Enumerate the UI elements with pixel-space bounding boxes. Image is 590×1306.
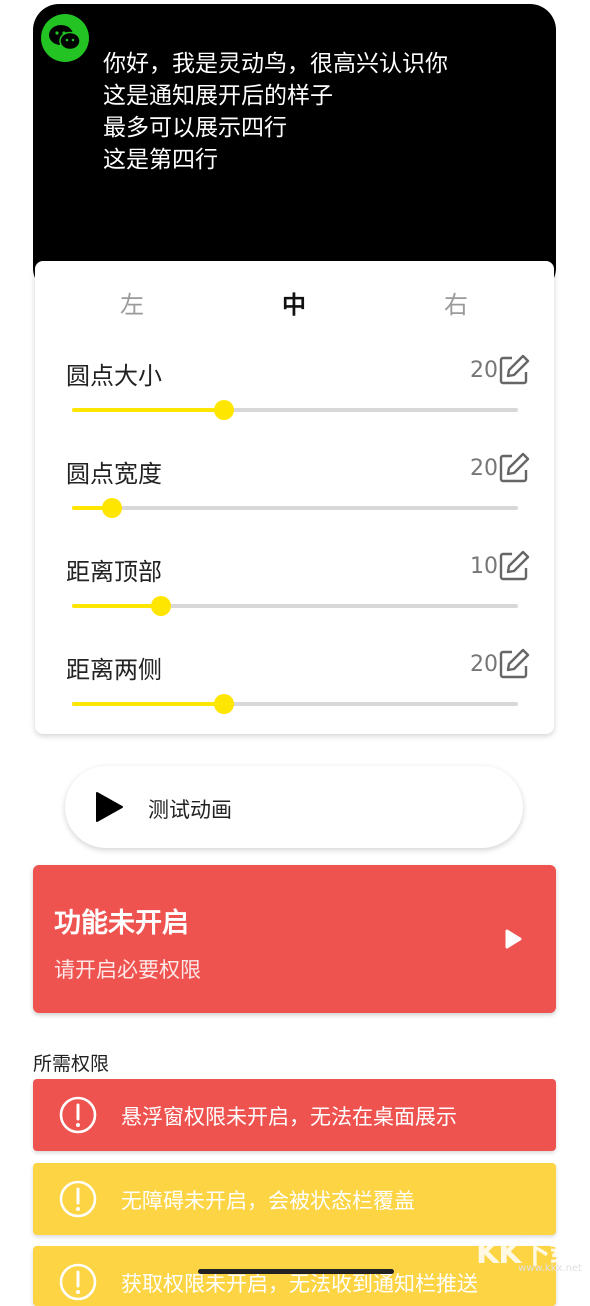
permission-item-accessibility[interactable]: 无障碍未开启，会被状态栏覆盖 [33,1163,556,1235]
slider-thumb[interactable] [213,400,234,420]
slider-thumb[interactable] [151,596,172,616]
slider-fill [72,702,224,706]
dot-size-slider[interactable] [72,400,518,420]
edit-icon[interactable] [498,550,530,582]
play-arrow-icon [505,929,522,949]
test-animation-button[interactable]: 测试动画 [65,766,523,848]
dot-width-slider[interactable] [72,498,518,518]
slider-fill [72,408,224,412]
warning-icon [59,1180,97,1218]
permission-text: 悬浮窗权限未开启，无法在桌面展示 [121,1105,457,1129]
setting-label: 圆点宽度 [66,460,162,488]
setting-top-distance: 距离顶部 10 [35,550,554,632]
slider-thumb[interactable] [213,694,234,714]
warning-icon [59,1096,97,1134]
tab-right[interactable]: 右 [426,285,486,320]
setting-label: 距离两侧 [66,656,162,684]
side-distance-slider[interactable] [72,694,518,714]
permissions-heading: 所需权限 [33,1053,110,1075]
top-distance-slider[interactable] [72,596,518,616]
setting-label: 距离顶部 [66,558,162,586]
settings-card: 左 中 右 圆点大小 20 圆点宽度 20 距离顶部 10 距离两侧 20 [35,261,554,734]
notification-line: 你好，我是灵动鸟，很高兴认识你 [103,51,448,77]
tab-middle[interactable]: 中 [264,285,324,320]
setting-dot-width: 圆点宽度 20 [35,452,554,534]
function-status-card[interactable]: 功能未开启 请开启必要权限 [33,865,556,1013]
wechat-icon [41,14,89,62]
home-indicator[interactable] [198,1269,394,1274]
setting-value: 20 [470,456,498,481]
notification-line: 这是第四行 [103,147,218,173]
tab-left[interactable]: 左 [102,285,162,320]
status-subtitle: 请开启必要权限 [54,958,201,982]
position-tabs: 左 中 右 [35,285,554,319]
notification-line: 最多可以展示四行 [103,115,287,141]
edit-icon[interactable] [498,354,530,386]
setting-value: 20 [470,652,498,677]
setting-label: 圆点大小 [66,362,162,390]
warning-icon [59,1263,97,1301]
permission-item-overlay[interactable]: 悬浮窗权限未开启，无法在桌面展示 [33,1079,556,1151]
notification-preview: 你好，我是灵动鸟，很高兴认识你 这是通知展开后的样子 最多可以展示四行 这是第四… [33,4,556,294]
notification-text: 你好，我是灵动鸟，很高兴认识你 这是通知展开后的样子 最多可以展示四行 这是第四… [103,48,448,176]
notification-line: 这是通知展开后的样子 [103,83,333,109]
setting-dot-size: 圆点大小 20 [35,354,554,436]
setting-value: 20 [470,358,498,383]
slider-thumb[interactable] [102,498,123,518]
setting-side-distance: 距离两侧 20 [35,648,554,730]
watermark-url: www.kkx.net [518,1263,582,1274]
slider-fill [72,604,162,608]
watermark-logo: KK下载 www.kkx.net [472,1226,590,1278]
play-icon [96,792,123,822]
edit-icon[interactable] [498,648,530,680]
setting-value: 10 [470,554,498,579]
permission-text: 无障碍未开启，会被状态栏覆盖 [121,1189,415,1213]
test-animation-label: 测试动画 [148,798,232,822]
status-title: 功能未开启 [54,908,189,939]
edit-icon[interactable] [498,452,530,484]
